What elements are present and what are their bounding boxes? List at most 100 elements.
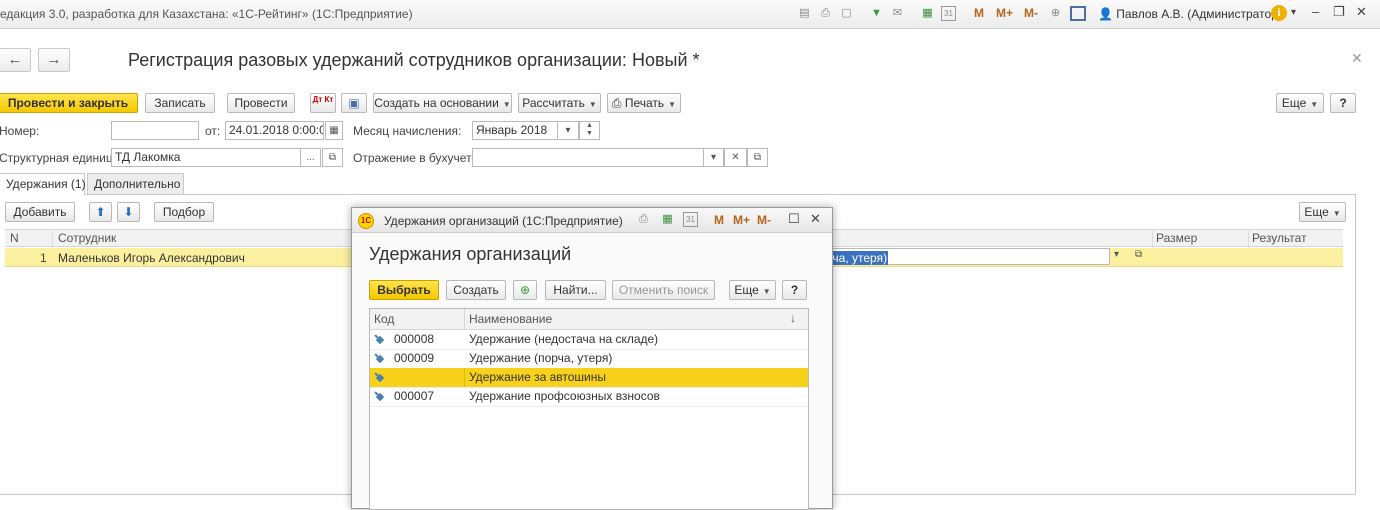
calendar-icon[interactable]: 31 xyxy=(683,212,698,227)
deductions-selection-dialog: 1С Удержания организаций (1С:Предприятие… xyxy=(351,207,833,510)
clear-icon: ✕ xyxy=(731,152,740,163)
save-icon[interactable]: ▤ xyxy=(797,6,812,21)
calculate-label: Рассчитать xyxy=(522,96,585,110)
back-button[interactable]: ← xyxy=(0,48,31,72)
tab-additional[interactable]: Дополнительно xyxy=(87,173,184,195)
find-button[interactable]: Найти... xyxy=(545,280,606,300)
calendar-picker-button[interactable]: ▦ xyxy=(325,121,343,140)
print-icon[interactable]: ⎙ xyxy=(818,6,833,21)
dialog-more-button[interactable]: Еще ▼ xyxy=(729,280,776,300)
post-and-close-button[interactable]: Провести и закрыть xyxy=(0,93,138,113)
col-employee-header[interactable]: Сотрудник xyxy=(58,231,116,245)
list-item[interactable]: 000009 Удержание (порча, утеря) xyxy=(370,349,808,369)
arrow-right-icon: → xyxy=(46,51,62,68)
month-stepper[interactable]: ▲ ▼ xyxy=(579,121,600,140)
save-button[interactable]: Записать xyxy=(145,93,215,113)
info-icon[interactable]: i xyxy=(1271,5,1287,21)
preview-icon[interactable]: ▢ xyxy=(839,6,854,21)
list-item[interactable]: 000007 Удержание профсоюзных взносов xyxy=(370,387,808,407)
calculator-icon[interactable]: ▦ xyxy=(660,212,675,227)
print-button[interactable]: ⎙ Печать ▼ xyxy=(607,93,681,113)
m-button[interactable]: M xyxy=(714,213,724,227)
create-button[interactable]: Создать xyxy=(446,280,506,300)
restore-icon[interactable]: ❐ xyxy=(1333,4,1345,20)
table-more-button[interactable]: Еще ▼ xyxy=(1299,202,1346,222)
create-based-on-button[interactable]: Создать на основании ▼ xyxy=(373,93,512,113)
unit-field[interactable]: ТД Лакомка xyxy=(111,148,301,167)
minimize-icon[interactable]: – xyxy=(1312,4,1319,19)
structure-button[interactable]: ▣ xyxy=(341,93,367,113)
number-field[interactable] xyxy=(111,121,199,140)
stepper-down-icon: ▼ xyxy=(586,130,593,137)
select-button[interactable]: Подбор xyxy=(154,202,214,222)
m-button[interactable]: M xyxy=(974,6,984,20)
dropdown-icon[interactable]: ▾ xyxy=(1114,249,1119,260)
tab-deductions[interactable]: Удержания (1) xyxy=(0,173,86,195)
print-icon[interactable]: ⎙ xyxy=(636,212,651,227)
close-form-icon[interactable]: ✕ xyxy=(1351,50,1363,67)
month-dropdown-button[interactable]: ▾ xyxy=(557,121,579,140)
col-name-header[interactable]: Наименование xyxy=(469,312,552,326)
user-icon: 👤 xyxy=(1098,7,1113,21)
dt-kt-button[interactable]: Дт Кт xyxy=(310,93,336,113)
item-code: 000009 xyxy=(394,351,435,365)
list-item[interactable]: 000008 Удержание (недостача на складе) xyxy=(370,330,808,350)
create-copy-button[interactable]: ⊕ xyxy=(513,280,537,300)
accounting-open-button[interactable]: ⧉ xyxy=(747,148,768,167)
more-button[interactable]: Еще ▼ xyxy=(1276,93,1324,113)
col-code-header[interactable]: Код xyxy=(374,312,394,326)
deductions-list: Код Наименование ↓ 000008 Удержание (нед… xyxy=(369,308,809,510)
current-user[interactable]: 👤 Павлов А.В. (Администратор) xyxy=(1098,7,1282,21)
col-result-header[interactable]: Результат xyxy=(1252,231,1307,245)
dropdown-icon: ▼ xyxy=(1310,100,1319,109)
cancel-search-button[interactable]: Отменить поиск xyxy=(612,280,715,300)
accounting-field[interactable] xyxy=(472,148,704,167)
month-label: Месяц начисления: xyxy=(353,124,462,138)
calendar-icon[interactable]: 31 xyxy=(941,6,956,21)
unit-open-button[interactable]: ⧉ xyxy=(322,148,343,167)
post-button[interactable]: Провести xyxy=(227,93,295,113)
open-icon[interactable]: ⧉ xyxy=(1135,249,1142,260)
download-icon[interactable]: ▼ xyxy=(869,6,884,21)
help-button[interactable]: ? xyxy=(1330,93,1356,113)
item-name: Удержание за автошины xyxy=(469,370,606,384)
dropdown-icon: ▼ xyxy=(502,100,511,109)
forward-button[interactable]: → xyxy=(38,48,70,72)
m-minus-button[interactable]: M- xyxy=(757,213,771,227)
maximize-icon[interactable]: ☐ xyxy=(788,211,800,227)
close-window-icon[interactable]: ✕ xyxy=(1356,4,1367,20)
col-n-header[interactable]: N xyxy=(10,231,19,245)
move-up-button[interactable]: ⬆ xyxy=(89,202,112,222)
calculator-icon[interactable]: ▦ xyxy=(920,6,935,21)
m-plus-button[interactable]: M+ xyxy=(733,213,750,227)
col-size-header[interactable]: Размер xyxy=(1156,231,1197,245)
sort-indicator-icon[interactable]: ↓ xyxy=(790,311,796,325)
page-title: Регистрация разовых удержаний сотруднико… xyxy=(128,50,700,70)
column-divider xyxy=(464,368,465,387)
unit-select-button[interactable]: ... xyxy=(300,148,321,167)
month-field[interactable]: Январь 2018 xyxy=(472,121,558,140)
deduction-cell-text: рча, утеря) xyxy=(825,251,889,265)
m-minus-button[interactable]: M- xyxy=(1024,6,1038,20)
list-item-selected[interactable]: Удержание за автошины xyxy=(370,368,808,388)
menu-dropdown-icon[interactable]: ▾ xyxy=(1291,7,1296,18)
date-field[interactable]: 24.01.2018 0:00:0( xyxy=(225,121,324,140)
accounting-dropdown-button[interactable]: ▾ xyxy=(703,148,724,167)
zoom-icon[interactable]: ⊕ xyxy=(1048,6,1063,21)
choose-button[interactable]: Выбрать xyxy=(369,280,439,300)
row-employee[interactable]: Маленьков Игорь Александрович xyxy=(58,251,245,265)
row-number: 1 xyxy=(40,251,47,265)
panel-layout-icon[interactable] xyxy=(1070,6,1086,21)
dialog-help-button[interactable]: ? xyxy=(782,280,807,300)
mail-icon[interactable]: ✉ xyxy=(890,6,905,21)
accounting-clear-button[interactable]: ✕ xyxy=(724,148,747,167)
app-title-bar: едакция 3.0, разработка для Казахстана: … xyxy=(0,0,1380,29)
close-dialog-icon[interactable]: ✕ xyxy=(810,211,821,227)
calculate-button[interactable]: Рассчитать ▼ xyxy=(518,93,601,113)
move-down-button[interactable]: ⬇ xyxy=(117,202,140,222)
element-icon xyxy=(375,354,385,364)
m-plus-button[interactable]: M+ xyxy=(996,6,1013,20)
add-row-button[interactable]: Добавить xyxy=(5,202,75,222)
item-code: 000007 xyxy=(394,389,435,403)
user-name: Павлов А.В. (Администратор) xyxy=(1116,7,1282,21)
